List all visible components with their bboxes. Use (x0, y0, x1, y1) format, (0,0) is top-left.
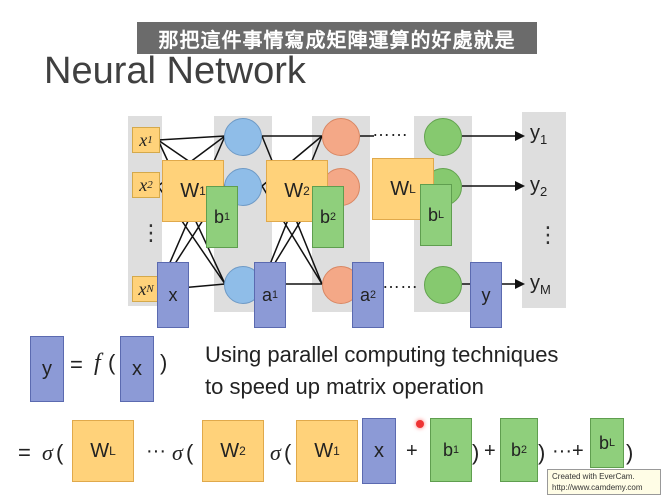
input-x1: x1 (132, 127, 160, 153)
eq2-sigma-1: σ (42, 440, 53, 465)
output-y2: y2 (530, 174, 548, 199)
bias-bL: bL (420, 184, 452, 246)
output-y1: y1 (530, 122, 548, 147)
neuron-lL-1 (424, 118, 462, 156)
watermark-line1: Created with EverCam. (552, 472, 635, 481)
eq2-b1: b1 (430, 418, 472, 482)
eq1-y: y (30, 336, 64, 402)
eq2-close-3: ) (626, 440, 634, 465)
evercam-watermark[interactable]: Created with EverCam. http://www.camdemy… (547, 469, 661, 495)
neuron-lL-n (424, 266, 462, 304)
eq2-dots-2: ···+ (552, 440, 584, 462)
eq2-open-3: ( (284, 440, 292, 465)
output-yM: yM (530, 272, 551, 297)
eq2-close-2: ) (538, 440, 546, 465)
eq2-close-1: ) (472, 440, 480, 465)
eq2-b2: b2 (500, 418, 538, 482)
eq2-w2: W2 (202, 420, 264, 482)
input-dots: ⋮ (140, 220, 162, 245)
bias-b2: b2 (312, 186, 344, 248)
eq2-wL: WL (72, 420, 134, 482)
eq2-w1: W1 (296, 420, 358, 482)
input-x2: x2 (132, 172, 160, 198)
eq2-equals: = (18, 440, 31, 465)
eq2-dots-1: ··· (146, 440, 166, 462)
caption-line2: to speed up matrix operation (205, 374, 484, 399)
eq1-open: ( (108, 350, 116, 375)
vector-a2: a2 (352, 262, 384, 328)
laser-pointer-dot (416, 420, 424, 428)
neuron-l1-1 (224, 118, 262, 156)
bias-b1: b1 (206, 186, 238, 248)
eq1-f: f (94, 350, 101, 376)
eq1-x: x (120, 336, 154, 402)
eq1-close: ) (160, 350, 168, 375)
vector-a1: a1 (254, 262, 286, 328)
eq2-open-2: ( (186, 440, 194, 465)
eq2-bL: bL (590, 418, 624, 468)
ellipsis-top: …… (372, 120, 408, 140)
input-xN: xN (132, 276, 160, 302)
vector-x: x (157, 262, 189, 328)
neuron-l2-1 (322, 118, 360, 156)
eq2-sigma-2: σ (172, 440, 183, 465)
eq2-sigma-3: σ (270, 440, 281, 465)
eq2-plus-2: + (484, 440, 496, 462)
output-dots: ⋮ (537, 222, 559, 247)
caption-line1: Using parallel computing techniques (205, 342, 559, 367)
eq2-open-1: ( (56, 440, 64, 465)
eq2-x: x (362, 418, 396, 484)
watermark-line2: http://www.camdemy.com (552, 483, 643, 492)
eq2-plus-1: + (406, 440, 418, 462)
eq1-equals: = (70, 352, 83, 377)
ellipsis-mid: …… (382, 272, 418, 292)
vector-y: y (470, 262, 502, 328)
